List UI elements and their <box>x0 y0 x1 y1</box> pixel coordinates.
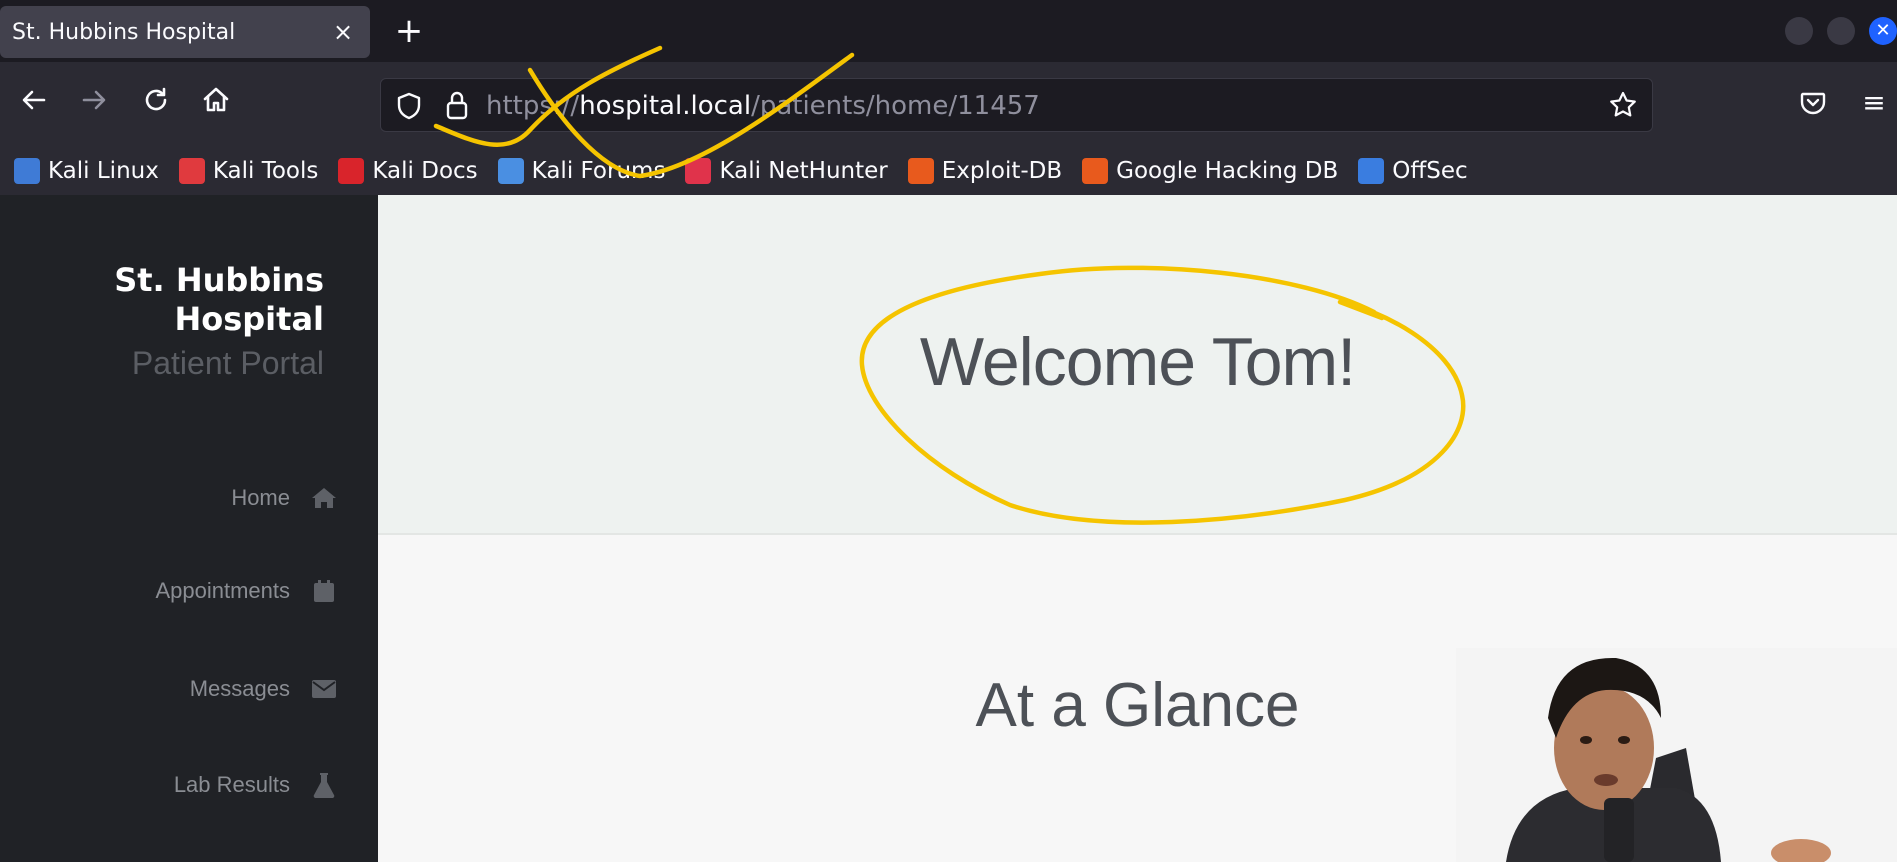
ghdb-icon <box>1082 158 1109 184</box>
bookmark-label: Kali Tools <box>212 158 319 184</box>
url-text[interactable]: https://hospital.local/patients/home/114… <box>486 91 1040 121</box>
bookmark-label: Exploit-DB <box>941 158 1063 184</box>
house-icon <box>203 87 229 112</box>
bookmark-label: Kali NetHunter <box>719 158 888 184</box>
sidebar-item-label: Appointments <box>155 578 290 603</box>
home-button[interactable] <box>196 84 236 124</box>
bookmark-item[interactable]: Kali Forums <box>497 158 666 184</box>
address-bar[interactable]: https://hospital.local/patients/home/114… <box>380 78 1653 132</box>
url-path: /patients/home/11457 <box>751 91 1040 121</box>
reload-icon <box>145 87 167 111</box>
brand-line-2: Hospital <box>174 300 324 338</box>
new-tab-button[interactable]: + <box>392 8 426 54</box>
bookmark-item[interactable]: OffSec <box>1358 158 1468 184</box>
bookmark-label: Kali Docs <box>372 158 478 184</box>
presenter-image <box>1456 648 1897 862</box>
bookmark-item[interactable]: Kali NetHunter <box>685 158 888 184</box>
back-button[interactable] <box>14 84 54 124</box>
calendar-icon <box>310 577 338 605</box>
pocket-icon[interactable] <box>1798 88 1828 118</box>
lock-icon[interactable] <box>443 89 471 121</box>
forward-arrow-icon <box>82 90 106 110</box>
bookmark-label: Kali Linux <box>48 158 159 184</box>
sidebar-item-label: Lab Results <box>173 772 290 797</box>
tab-strip: St. Hubbins Hospital × + ✕ <box>0 0 1897 62</box>
bookmark-item[interactable]: Google Hacking DB <box>1082 158 1338 184</box>
bookmark-item[interactable]: Exploit-DB <box>907 158 1063 184</box>
kali-docs-icon <box>338 158 365 184</box>
flask-icon <box>310 771 338 799</box>
sidebar-item-home[interactable]: Home <box>231 478 338 518</box>
tracking-protection-shield-icon[interactable] <box>395 91 423 121</box>
offsec-icon <box>1358 158 1385 184</box>
bookmark-star-icon[interactable] <box>1608 90 1638 120</box>
tab-title: St. Hubbins Hospital <box>12 19 236 45</box>
reload-button[interactable] <box>136 84 176 124</box>
kali-dragon-icon <box>14 158 40 184</box>
forward-button[interactable] <box>74 84 114 124</box>
kali-tools-icon <box>178 158 205 184</box>
brand-line-1: St. Hubbins <box>114 261 324 299</box>
webcam-overlay <box>1456 648 1897 862</box>
welcome-banner: Welcome Tom! <box>378 195 1897 535</box>
sidebar-item-label: Home <box>231 485 290 510</box>
sidebar: St. Hubbins Hospital Patient Portal Home… <box>0 195 378 862</box>
url-host: hospital.local <box>579 91 752 121</box>
brand-subtitle: Patient Portal <box>131 345 324 381</box>
hamburger-menu-icon[interactable]: ≡ <box>1860 86 1888 119</box>
brand-title: St. Hubbins Hospital <box>114 261 324 339</box>
back-arrow-icon <box>22 90 46 110</box>
sidebar-item-messages[interactable]: Messages <box>190 669 338 709</box>
welcome-heading: Welcome Tom! <box>919 324 1356 400</box>
minimize-button[interactable] <box>1785 17 1813 45</box>
maximize-button[interactable] <box>1827 17 1855 45</box>
exploit-db-icon <box>907 158 934 184</box>
bookmark-item[interactable]: Kali Linux <box>14 158 159 184</box>
navigation-toolbar: https://hospital.local/patients/home/114… <box>0 62 1897 147</box>
sidebar-item-label: Messages <box>189 676 290 701</box>
bookmark-label: OffSec <box>1392 158 1468 184</box>
bookmark-label: Kali Forums <box>531 158 666 184</box>
bookmark-item[interactable]: Kali Docs <box>338 158 478 184</box>
home-icon <box>310 484 338 512</box>
url-scheme: https:// <box>486 91 580 121</box>
sidebar-item-lab-results[interactable]: Lab Results <box>174 765 338 805</box>
window-close-button[interactable]: ✕ <box>1869 17 1897 45</box>
tab-close-icon[interactable]: × <box>328 18 358 46</box>
bookmark-item[interactable]: Kali Tools <box>178 158 319 184</box>
sidebar-item-appointments[interactable]: Appointments <box>155 571 338 611</box>
envelope-icon <box>310 675 338 703</box>
kali-nethunter-icon <box>685 158 712 184</box>
bookmark-label: Google Hacking DB <box>1116 158 1339 184</box>
kali-forums-icon <box>497 158 524 184</box>
browser-tab[interactable]: St. Hubbins Hospital × <box>0 6 370 58</box>
bookmarks-toolbar: Kali Linux Kali Tools Kali Docs Kali Forums… <box>0 147 1897 195</box>
